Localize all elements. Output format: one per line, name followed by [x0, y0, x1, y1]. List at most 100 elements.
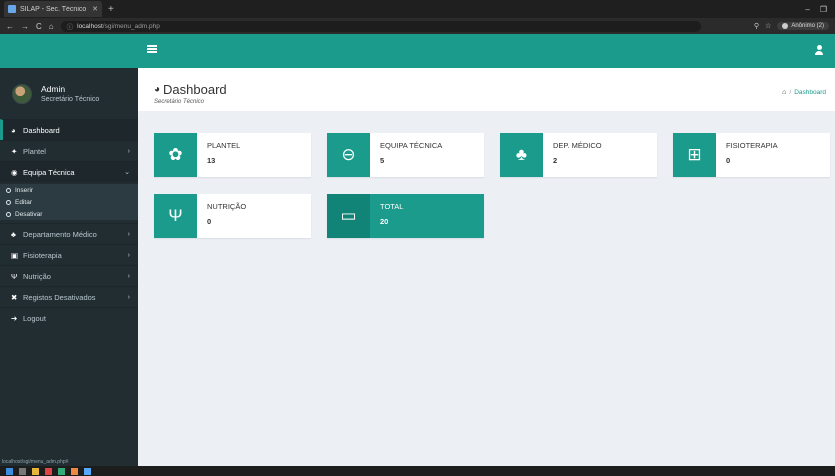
- app-icon[interactable]: [58, 467, 65, 475]
- user-circle-icon: ◉: [11, 167, 18, 177]
- hamburger-menu-icon[interactable]: [147, 45, 157, 53]
- submenu-item-label: Desativar: [15, 210, 43, 218]
- sidebar-item-equipa-tecnica[interactable]: ◉ Equipa Técnica ⌄: [0, 161, 138, 182]
- doctor-icon: ♣: [500, 133, 543, 177]
- info-box-dep-medico[interactable]: ♣ DEP. MÉDICO 2: [500, 133, 657, 177]
- profile-label: Anônimo (2): [791, 23, 824, 29]
- medkit-icon: ▣: [11, 250, 19, 260]
- zoom-icon[interactable]: ⚲: [754, 22, 759, 30]
- info-box-number: 13: [207, 156, 216, 165]
- submenu-item-inserir[interactable]: Inserir: [0, 184, 138, 196]
- sidebar: Admin Secretário Técnico ◕ Dashboard ✦ P…: [0, 34, 138, 466]
- profile-button[interactable]: Anônimo (2): [777, 22, 829, 30]
- info-box-label: TOTAL: [380, 202, 404, 211]
- submenu-item-desativar[interactable]: Desativar: [0, 208, 138, 220]
- info-box-label: DEP. MÉDICO: [553, 141, 602, 150]
- sidebar-item-label: Nutrição: [23, 271, 51, 281]
- home-icon[interactable]: ⌂: [782, 89, 786, 96]
- page-title: ◕ Dashboard: [154, 82, 227, 97]
- circle-icon: [6, 199, 11, 205]
- user-menu-icon[interactable]: [815, 45, 823, 55]
- submenu-item-label: Inserir: [15, 186, 34, 194]
- info-box-equipa-tecnica[interactable]: ⊖ EQUIPA TÉCNICA 5: [327, 133, 484, 177]
- info-box-label: NUTRIÇÃO: [207, 202, 247, 211]
- close-icon[interactable]: ✕: [92, 5, 98, 13]
- window-controls: – ❐: [805, 5, 835, 14]
- back-icon[interactable]: ←: [6, 22, 14, 31]
- reload-icon[interactable]: C: [36, 22, 42, 31]
- sidebar-item-registos-desativados[interactable]: ✖ Registos Desativados ›: [0, 286, 138, 307]
- main-content: ✿ PLANTEL 13 ⊖ EQUIPA TÉCNICA 5 ♣ DEP. M…: [138, 111, 835, 466]
- submenu-item-label: Editar: [15, 198, 32, 206]
- submenu-equipa-tecnica: Inserir Editar Desativar: [0, 184, 138, 220]
- bookmark-star-icon[interactable]: ☆: [765, 22, 771, 30]
- url-host: localhost: [77, 22, 103, 30]
- os-taskbar: [0, 466, 835, 476]
- doctor-icon: ♣: [11, 229, 16, 239]
- user-role: Secretário Técnico: [41, 96, 100, 103]
- info-box-total[interactable]: ▭ TOTAL 20: [327, 194, 484, 238]
- page-title-text: Dashboard: [163, 82, 227, 97]
- tab-title: SILAP - Sec. Técnico: [20, 5, 87, 13]
- info-box-fisioterapia[interactable]: ⊞ FISIOTERAPIA 0: [673, 133, 830, 177]
- info-box-number: 5: [380, 156, 385, 165]
- content-header: ◕ Dashboard Secretário Técnico ⌂ / Dashb…: [138, 68, 835, 111]
- favicon-icon: [8, 5, 16, 13]
- home-icon[interactable]: ⌂: [49, 22, 54, 31]
- info-icon: ⓘ: [66, 24, 74, 31]
- info-box-number: 0: [726, 156, 731, 165]
- info-box-label: PLANTEL: [207, 141, 241, 150]
- circle-icon: [6, 211, 11, 217]
- sidebar-item-dashboard[interactable]: ◕ Dashboard: [0, 119, 138, 140]
- search-icon[interactable]: [19, 467, 26, 475]
- info-box-number: 20: [380, 217, 389, 226]
- medkit-icon: ⊞: [673, 133, 716, 177]
- status-bar-url: localhost/sgi/menu_adm.php#: [2, 459, 69, 465]
- dashboard-icon: ◕: [11, 125, 16, 135]
- sidebar-item-fisioterapia[interactable]: ▣ Fisioterapia ›: [0, 244, 138, 265]
- sidebar-item-plantel[interactable]: ✦ Plantel ›: [0, 140, 138, 161]
- folder-icon[interactable]: [32, 467, 39, 475]
- sidebar-item-label: Logout: [23, 313, 46, 323]
- breadcrumb-current[interactable]: Dashboard: [794, 89, 826, 96]
- info-box-nutricao[interactable]: Ψ NUTRIÇÃO 0: [154, 194, 311, 238]
- info-box-label: FISIOTERAPIA: [726, 141, 778, 150]
- chevron-down-icon: ⌄: [124, 169, 130, 176]
- sidebar-item-label: Departamento Médico: [23, 229, 97, 239]
- dashboard-icon: ◕: [154, 84, 161, 95]
- submenu-item-editar[interactable]: Editar: [0, 196, 138, 208]
- sidebar-item-label: Dashboard: [23, 125, 60, 135]
- chevron-right-icon: ›: [127, 272, 130, 280]
- app-icon[interactable]: [84, 467, 91, 475]
- sidebar-item-nutricao[interactable]: Ψ Nutrição ›: [0, 265, 138, 286]
- sidebar-logo-area: [0, 34, 138, 68]
- top-navbar: [138, 34, 835, 68]
- browser-icon[interactable]: [71, 467, 78, 475]
- browser-tab[interactable]: SILAP - Sec. Técnico ✕: [4, 1, 102, 17]
- sidebar-item-label: Equipa Técnica: [23, 167, 75, 177]
- minimize-icon[interactable]: –: [805, 5, 809, 14]
- start-icon[interactable]: [6, 467, 13, 475]
- chevron-right-icon: ›: [127, 251, 130, 259]
- avatar: [12, 83, 32, 104]
- sidebar-item-logout[interactable]: ➔ Logout: [0, 307, 138, 328]
- breadcrumb: ⌂ / Dashboard: [782, 89, 826, 96]
- logout-icon: ➔: [11, 313, 18, 323]
- restore-icon[interactable]: ❐: [820, 5, 827, 14]
- url-input[interactable]: ⓘ localhost/sgi/menu_adm.php: [60, 20, 701, 32]
- address-bar-actions: ⚲ ☆ Anônimo (2): [754, 22, 829, 30]
- cutlery-icon: Ψ: [11, 271, 18, 281]
- cutlery-icon: Ψ: [154, 194, 197, 238]
- app-icon[interactable]: [45, 467, 52, 475]
- sidebar-item-label: Fisioterapia: [23, 250, 62, 260]
- info-box-number: 2: [553, 156, 558, 165]
- sidebar-menu: ◕ Dashboard ✦ Plantel › ◉ Equipa Técnica…: [0, 119, 138, 328]
- sidebar-item-departamento-medico[interactable]: ♣ Departamento Médico ›: [0, 223, 138, 244]
- circle-icon: [6, 187, 11, 193]
- address-bar: ← → C ⌂ ⓘ localhost/sgi/menu_adm.php ⚲ ☆…: [0, 18, 835, 34]
- forward-icon[interactable]: →: [21, 22, 29, 31]
- new-tab-icon[interactable]: +: [108, 4, 114, 15]
- info-box-plantel[interactable]: ✿ PLANTEL 13: [154, 133, 311, 177]
- user-circle-icon: ⊖: [327, 133, 370, 177]
- team-icon: ✦: [11, 146, 18, 156]
